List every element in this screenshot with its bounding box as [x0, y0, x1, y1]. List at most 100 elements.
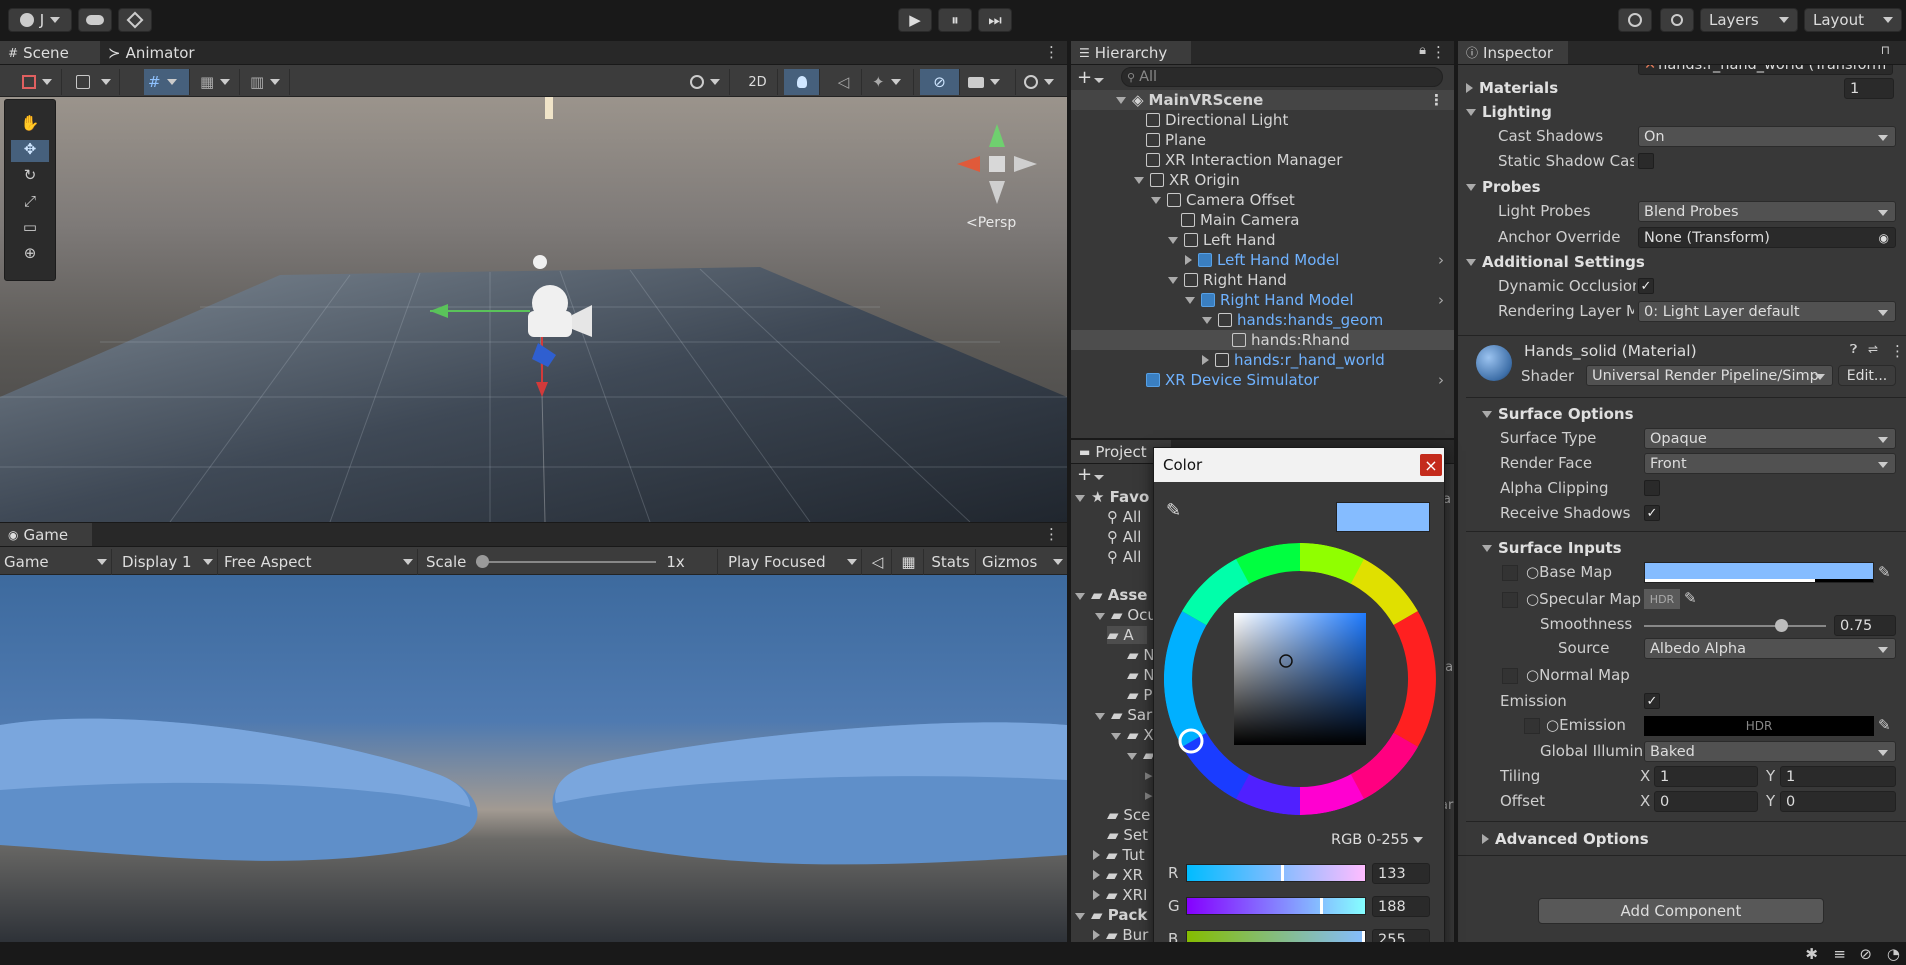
bug-icon[interactable]: ✱ — [1805, 945, 1818, 963]
preset-icon[interactable]: ⇌ — [1868, 342, 1878, 356]
surface-inputs-foldout[interactable]: Surface Inputs — [1482, 539, 1622, 557]
audio-toggle[interactable]: ◁ — [826, 69, 862, 95]
tab-game[interactable]: ◉ Game — [0, 523, 92, 546]
gizmos-button[interactable] — [1020, 69, 1066, 95]
play-button[interactable]: ▶ — [898, 8, 932, 32]
folder-item[interactable]: ▰ Tut — [1093, 846, 1145, 864]
folder-item[interactable]: ▰ XR — [1093, 866, 1143, 884]
hierarchy-item-hands-rhand[interactable]: hands:Rhand — [1071, 330, 1454, 350]
texture-slot[interactable] — [1502, 668, 1518, 684]
folder-item[interactable]: ▰ Sar — [1095, 706, 1152, 724]
folder-item[interactable]: ▰ XRI — [1093, 886, 1147, 904]
smoothness-field[interactable]: 0.75 — [1834, 615, 1896, 636]
camera-button[interactable] — [964, 69, 1016, 95]
pause-button[interactable]: ⏸ — [938, 8, 972, 32]
more-icon[interactable]: ⋮ — [1044, 43, 1059, 61]
alpha-clipping-checkbox[interactable] — [1644, 480, 1660, 496]
cast-shadows-dropdown[interactable]: On — [1638, 126, 1896, 147]
chevron-right-icon[interactable]: › — [1438, 371, 1444, 389]
hierarchy-item-hands-geom[interactable]: hands:hands_geom — [1071, 310, 1454, 330]
receive-shadows-checkbox[interactable]: ✓ — [1644, 505, 1660, 521]
collab-button[interactable] — [118, 8, 152, 32]
source-dropdown[interactable]: Albedo Alpha — [1644, 638, 1896, 659]
hierarchy-item-xr-device-simulator[interactable]: XR Device Simulator › — [1071, 370, 1454, 390]
hierarchy-item-mainvrscene[interactable]: ◈ MainVRScene ⋮ — [1071, 90, 1454, 110]
eyedropper-icon[interactable]: ✎ — [1684, 589, 1697, 607]
r-channel-slider[interactable] — [1186, 864, 1366, 882]
chevron-right-icon[interactable]: › — [1438, 251, 1444, 269]
account-button[interactable]: J — [8, 8, 72, 32]
display-dropdown[interactable]: Display 1 — [118, 549, 218, 575]
tab-animator[interactable]: ≻ Animator — [100, 41, 220, 64]
hierarchy-item-left-hand-model[interactable]: Left Hand Model › — [1071, 250, 1454, 270]
lighting-toggle[interactable] — [784, 69, 820, 95]
folder-item[interactable]: ▰ — [1127, 746, 1155, 764]
folder-item[interactable]: ▰ N — [1127, 646, 1155, 664]
probes-foldout[interactable]: Probes — [1466, 178, 1541, 196]
eyedropper-icon[interactable]: ✎ — [1878, 716, 1891, 734]
advanced-options-foldout[interactable]: Advanced Options — [1482, 830, 1649, 848]
materials-foldout[interactable]: Materials — [1466, 79, 1558, 97]
base-map-color-swatch[interactable] — [1644, 562, 1874, 583]
project-add-button[interactable]: + — [1077, 464, 1105, 485]
folder-item[interactable]: ▸ — [1145, 766, 1153, 784]
rendering-layer-dropdown[interactable]: 0: Light Layer default — [1638, 301, 1896, 322]
cache-icon[interactable]: ≡ — [1833, 945, 1846, 963]
mute-toggle[interactable]: ◁ — [864, 549, 892, 575]
orientation-button[interactable] — [72, 69, 120, 95]
folder-item[interactable]: ▰ Ocu — [1095, 606, 1157, 624]
hierarchy-add-button[interactable]: + — [1077, 67, 1105, 88]
hierarchy-item-main-camera[interactable]: Main Camera — [1071, 210, 1454, 230]
rotate-tool-icon[interactable]: ↻ — [11, 166, 49, 188]
surface-type-dropdown[interactable]: Opaque — [1644, 428, 1896, 449]
render-face-dropdown[interactable]: Front — [1644, 453, 1896, 474]
texture-slot[interactable] — [1502, 592, 1518, 608]
tab-inspector[interactable]: ⓘ Inspector — [1458, 41, 1568, 64]
game-view-dropdown[interactable]: Game — [0, 549, 112, 575]
grid-visibility-button[interactable]: ▦ — [196, 69, 240, 95]
aspect-dropdown[interactable]: Free Aspect — [220, 549, 418, 575]
orientation-gizmo[interactable] — [952, 119, 1042, 209]
gizmos-dropdown[interactable]: Gizmos — [978, 549, 1067, 575]
surface-options-foldout[interactable]: Surface Options — [1482, 405, 1634, 423]
cloud-button[interactable] — [78, 8, 112, 32]
emission-color-swatch[interactable]: HDR — [1644, 716, 1874, 736]
specular-color-swatch[interactable]: HDR — [1644, 589, 1680, 609]
favorite-item[interactable]: ⚲ All — [1107, 548, 1141, 566]
play-mode-dropdown[interactable]: Play Focused — [724, 549, 862, 575]
r-channel-field[interactable]: 133 — [1372, 863, 1430, 884]
eyedropper-icon[interactable]: ✎ — [1878, 563, 1891, 581]
keyboard-toggle[interactable]: ▦ — [894, 549, 924, 575]
static-shadow-checkbox[interactable] — [1638, 153, 1654, 169]
tiling-x-field[interactable]: 1 — [1654, 766, 1758, 787]
hierarchy-item-right-hand-model[interactable]: Right Hand Model › — [1071, 290, 1454, 310]
progress-icon[interactable]: ◔ — [1887, 945, 1900, 963]
lock-icon[interactable]: ⊓ — [1881, 43, 1890, 57]
dynamic-occlusion-checkbox[interactable]: ✓ — [1638, 278, 1654, 294]
increment-snap-button[interactable]: ▥ — [246, 69, 290, 95]
hierarchy-item-directional-light[interactable]: Directional Light — [1071, 110, 1454, 130]
packages-header[interactable]: ▰ Pack — [1075, 906, 1147, 924]
transform-tool-icon[interactable]: ⊕ — [11, 244, 49, 266]
offset-x-field[interactable]: 0 — [1654, 791, 1758, 812]
shading-button[interactable] — [686, 69, 730, 95]
scale-slider-handle[interactable] — [476, 555, 490, 568]
hand-tool-icon[interactable]: ✋ — [11, 114, 49, 136]
slider-handle[interactable] — [1320, 898, 1323, 914]
draw-mode-button[interactable] — [18, 69, 62, 95]
search-button[interactable] — [1660, 8, 1694, 32]
hierarchy-item-xr-origin[interactable]: XR Origin — [1071, 170, 1454, 190]
folder-item[interactable]: ▰ X — [1111, 726, 1154, 744]
game-viewport[interactable] — [0, 575, 1067, 942]
folder-item[interactable]: ▰ Sce — [1107, 806, 1150, 824]
folder-item[interactable]: ▰ Bur — [1093, 926, 1148, 942]
assets-header[interactable]: ▰ Asse — [1075, 586, 1147, 604]
tiling-y-field[interactable]: 1 — [1780, 766, 1896, 787]
smoothness-slider-handle[interactable] — [1774, 619, 1788, 632]
more-icon[interactable]: ⋮ — [1431, 43, 1446, 61]
light-probes-dropdown[interactable]: Blend Probes — [1638, 201, 1896, 222]
chevron-right-icon[interactable]: › — [1438, 291, 1444, 309]
anchor-override-field[interactable]: None (Transform) ◉ — [1638, 227, 1896, 248]
folder-item[interactable]: ▰ Set — [1107, 826, 1148, 844]
edit-shader-button[interactable]: Edit... — [1838, 365, 1896, 386]
